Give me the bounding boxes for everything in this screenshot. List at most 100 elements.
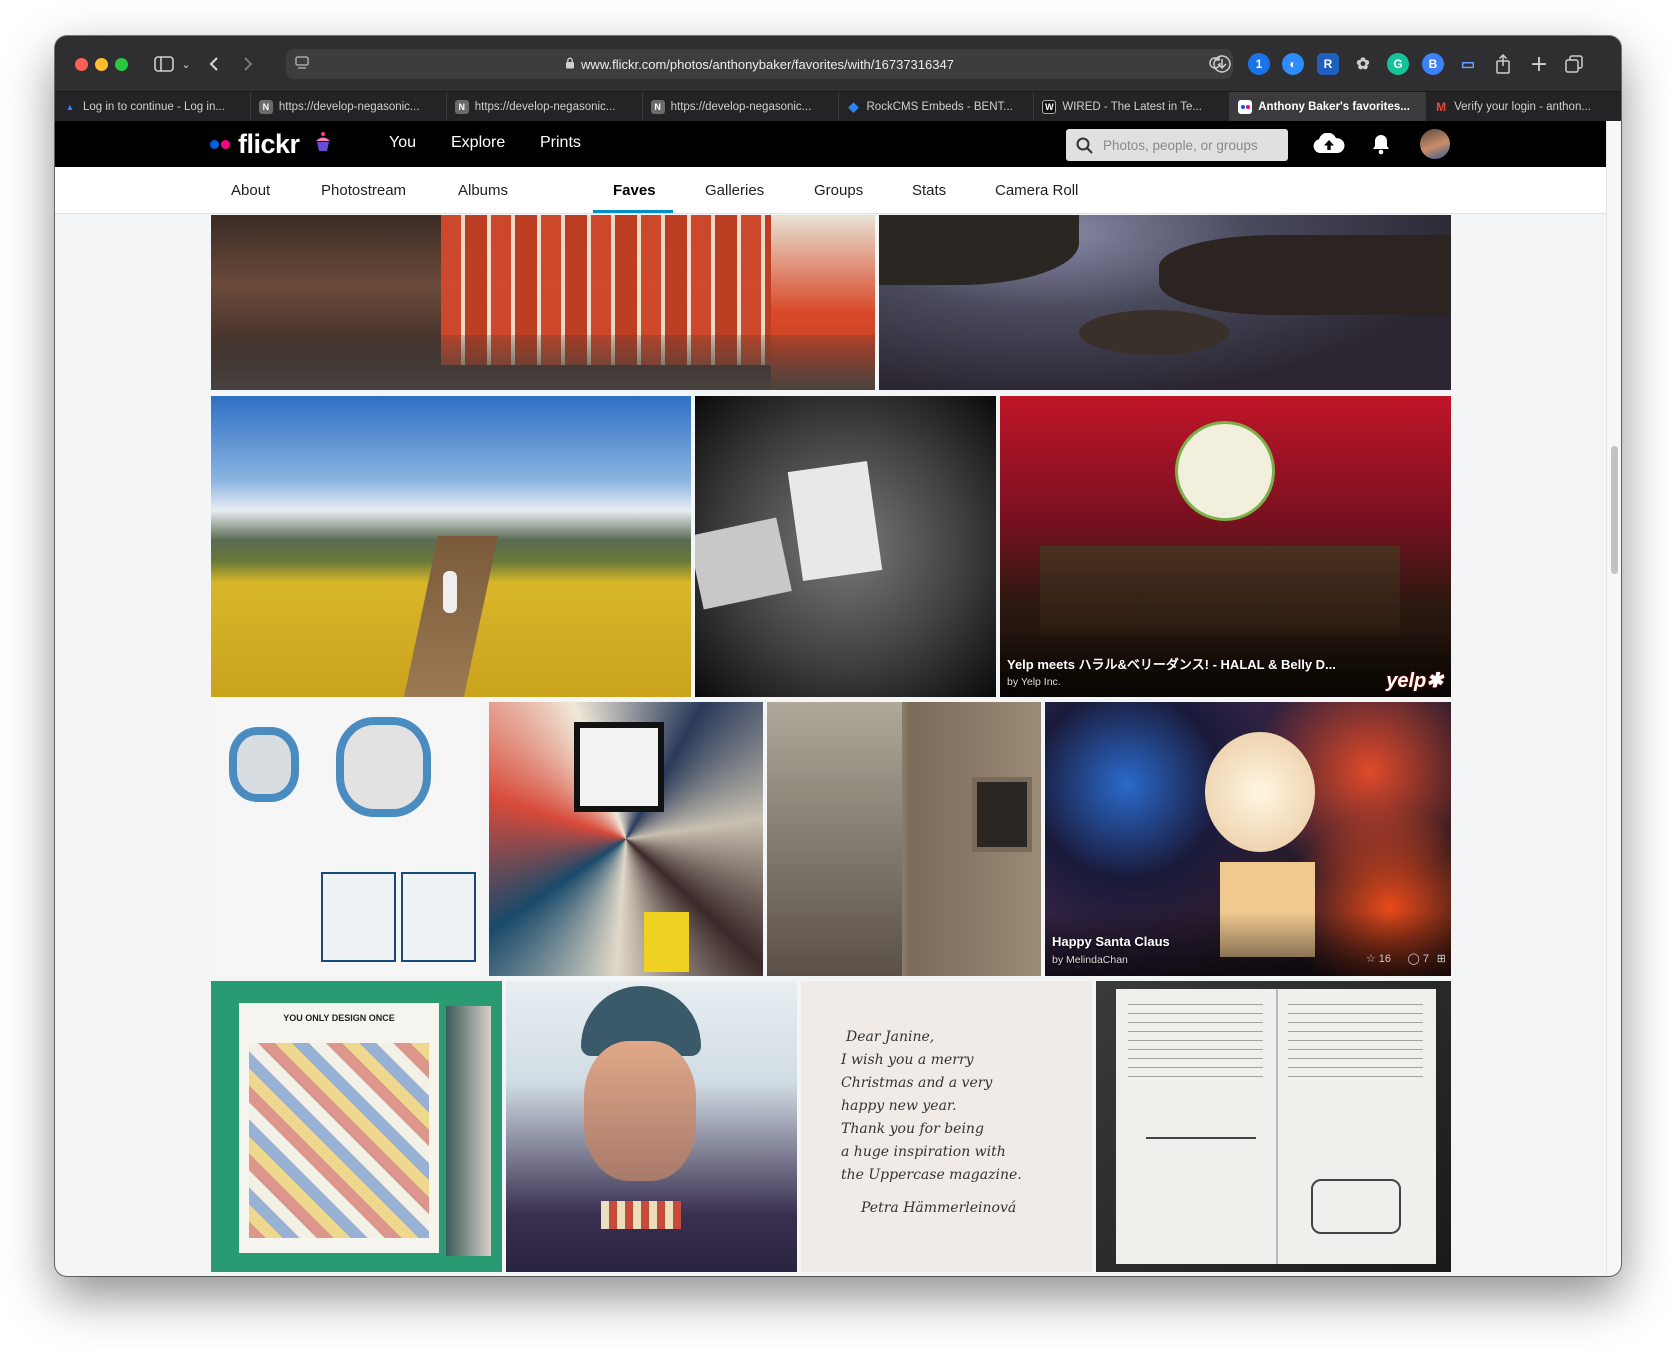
cupcake-icon[interactable] <box>314 131 332 158</box>
edge-extension-icon[interactable]: ◐ <box>1282 53 1304 75</box>
sidebar-toggle-icon[interactable] <box>153 52 175 76</box>
photo-desk-bw[interactable] <box>695 396 996 697</box>
magazine-headline: YOU ONLY DESIGN ONCE <box>283 1013 395 1023</box>
browser-tab[interactable]: ◆ RockCMS Embeds - BENT... <box>839 92 1035 122</box>
tab-albums[interactable]: Albums <box>458 182 508 199</box>
photo-sketchbook[interactable] <box>1096 981 1451 1272</box>
photo-poster-wall[interactable] <box>489 702 763 976</box>
zoom-window-button[interactable] <box>115 58 128 71</box>
santa-face <box>1205 732 1315 852</box>
clipboard <box>787 460 883 582</box>
notebook-spine <box>1276 989 1278 1264</box>
atlassian-icon: ▲ <box>65 102 75 112</box>
grammarly-extension-icon[interactable]: G <box>1387 53 1409 75</box>
tab-title: https://develop-negasonic... <box>278 101 420 113</box>
nav-explore[interactable]: Explore <box>451 134 505 152</box>
photo-yelp-restaurant[interactable]: Yelp meets ハラル&ベリーダンス! - HALAL & Belly D… <box>1000 396 1451 697</box>
tab-about[interactable]: About <box>231 182 270 199</box>
gmail-icon: M <box>1436 100 1447 114</box>
comment-count[interactable]: ◯ 7 <box>1408 952 1430 965</box>
browser-tab-active[interactable]: Anthony Baker's favorites... <box>1230 92 1427 122</box>
photo-owner[interactable]: by Yelp Inc. <box>1007 676 1061 688</box>
photo-handwritten-letter[interactable]: Dear Janine, I wish you a merry Christma… <box>801 981 1092 1272</box>
tab-title: https://develop-negasonic... <box>474 101 616 113</box>
photo-rice-field[interactable] <box>211 396 691 697</box>
egs-poster <box>574 722 664 812</box>
robot-figure <box>229 727 299 802</box>
tab-overview-icon[interactable] <box>1563 52 1585 76</box>
scrollbar-thumb[interactable] <box>1611 446 1618 574</box>
bollard-sketch <box>1146 1094 1256 1139</box>
browser-tab[interactable]: ▲ Log in to continue - Log in... <box>55 92 251 122</box>
search-input[interactable]: Photos, people, or groups <box>1066 129 1288 161</box>
blue-dot-icon <box>210 139 219 149</box>
share-icon[interactable] <box>1492 52 1514 76</box>
tab-faves[interactable]: Faves <box>613 182 656 199</box>
fave-count[interactable]: ☆ 16 <box>1366 952 1391 965</box>
close-window-button[interactable] <box>75 58 88 71</box>
flickr-icon <box>1238 100 1253 114</box>
page-scrollbar[interactable] <box>1606 121 1621 1276</box>
search-placeholder: Photos, people, or groups <box>1103 137 1258 153</box>
b-extension-icon[interactable]: B <box>1422 53 1444 75</box>
avatar[interactable] <box>1420 129 1450 159</box>
new-tab-icon[interactable]: + <box>1528 52 1550 77</box>
browser-tab[interactable]: Nhttps://develop-negasonic... <box>251 92 447 122</box>
tab-title: Verify your login - anthon... <box>1454 101 1591 113</box>
photo-robot-toy[interactable] <box>211 702 485 976</box>
tab-stats[interactable]: Stats <box>912 182 946 199</box>
jira-icon: ◆ <box>848 99 859 114</box>
cookies-extension-icon[interactable]: ✿ <box>1352 53 1374 75</box>
magazine-cover <box>446 1006 491 1256</box>
nav-prints[interactable]: Prints <box>540 134 581 152</box>
back-arrow-icon[interactable] <box>205 52 223 76</box>
tab-camera-roll[interactable]: Camera Roll <box>995 182 1078 199</box>
page-settings-icon[interactable] <box>294 56 310 73</box>
photo-magazine[interactable]: YOU ONLY DESIGN ONCE <box>211 981 502 1272</box>
forward-arrow-icon[interactable] <box>239 52 257 76</box>
pink-dot-icon <box>221 139 230 149</box>
lock-icon <box>565 57 575 72</box>
browser-tab[interactable]: M Verify your login - anthon... <box>1426 92 1621 122</box>
minimize-window-button[interactable] <box>95 58 108 71</box>
downloads-icon[interactable] <box>1210 52 1234 76</box>
web-page: flickr You Explore Prints Photos, people… <box>55 121 1606 1276</box>
search-icon <box>1076 137 1093 154</box>
onepassword-extension-icon[interactable]: 1 <box>1248 53 1270 75</box>
notifications-bell-icon[interactable] <box>1371 133 1391 160</box>
nav-you[interactable]: You <box>389 134 416 152</box>
photo-books[interactable] <box>211 215 875 390</box>
flickr-logo[interactable]: flickr <box>210 129 332 159</box>
tab-title: Anthony Baker's favorites... <box>1258 101 1410 113</box>
photo-owner[interactable]: by MelindaChan <box>1052 954 1128 966</box>
photo-street-window[interactable] <box>767 702 1041 976</box>
url-text: www.flickr.com/photos/anthonybaker/favor… <box>581 56 954 72</box>
upload-icon[interactable] <box>1312 132 1346 160</box>
browser-tab[interactable]: Nhttps://develop-negasonic... <box>447 92 643 122</box>
photo-title[interactable]: Happy Santa Claus <box>1052 934 1170 949</box>
photo-santa-lantern[interactable]: Happy Santa Claus by MelindaChan ☆ 16 ◯ … <box>1045 702 1451 976</box>
flickr-header: flickr You Explore Prints Photos, people… <box>55 121 1606 167</box>
photo-man-bowtie[interactable] <box>506 981 797 1272</box>
browser-tab[interactable]: Nhttps://develop-negasonic... <box>643 92 839 122</box>
letter-line: a huge inspiration with <box>841 1144 1006 1160</box>
browser-tab[interactable]: W WIRED - The Latest in Te... <box>1034 92 1231 122</box>
tab-galleries[interactable]: Galleries <box>705 182 764 199</box>
browser-window: ⌄ www.flickr.com/photos/anthonybaker/fav… <box>55 36 1621 1276</box>
screens-extension-icon[interactable]: ▭ <box>1457 53 1479 75</box>
letter-line: Dear Janine, <box>846 1029 935 1045</box>
face <box>584 1041 696 1181</box>
r-extension-icon[interactable]: R <box>1317 53 1339 75</box>
notebook-pages <box>1116 989 1436 1264</box>
letter-text: Dear Janine, I wish you a merry Christma… <box>841 1026 1022 1220</box>
add-to-gallery-icon[interactable]: ⊞ <box>1437 952 1446 965</box>
tab-groups[interactable]: Groups <box>814 182 863 199</box>
comment-icon: ◯ <box>1407 953 1420 965</box>
tab-photostream[interactable]: Photostream <box>321 182 406 199</box>
robot-detail-box <box>321 872 396 962</box>
address-bar[interactable]: www.flickr.com/photos/anthonybaker/favor… <box>286 49 1233 79</box>
photo-title[interactable]: Yelp meets ハラル&ベリーダンス! - HALAL & Belly D… <box>1007 654 1336 673</box>
notion-icon: N <box>650 100 665 114</box>
chevron-down-icon[interactable]: ⌄ <box>179 52 193 76</box>
photo-coast-night[interactable] <box>879 215 1451 390</box>
